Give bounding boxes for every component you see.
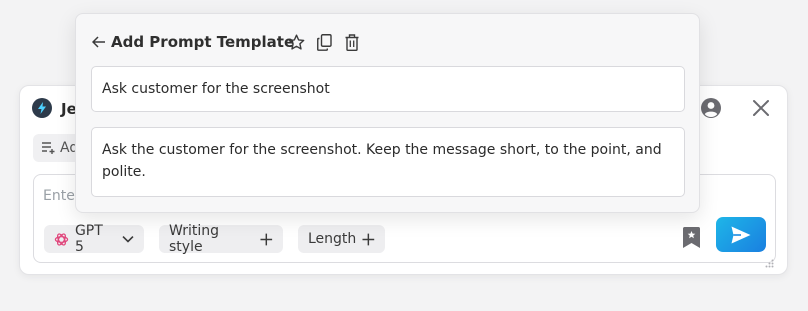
openai-icon bbox=[54, 232, 69, 246]
favorite-button[interactable] bbox=[286, 32, 306, 52]
trash-icon bbox=[345, 33, 359, 51]
writing-style-button[interactable]: Writing style bbox=[159, 223, 283, 255]
star-icon bbox=[288, 34, 304, 50]
model-selector[interactable]: GPT 5 bbox=[44, 223, 144, 255]
delete-button[interactable] bbox=[342, 32, 362, 52]
resize-handle[interactable] bbox=[765, 253, 774, 268]
back-button[interactable] bbox=[91, 34, 107, 50]
copy-button[interactable] bbox=[314, 32, 334, 52]
bookmark-star-icon bbox=[682, 226, 700, 248]
user-circle-icon[interactable] bbox=[700, 97, 722, 119]
length-label: Length bbox=[308, 231, 357, 247]
lightning-bolt-icon bbox=[32, 98, 52, 118]
close-icon bbox=[753, 100, 769, 116]
model-label: GPT 5 bbox=[74, 223, 103, 255]
template-body-input[interactable]: Ask the customer for the screenshot. Kee… bbox=[91, 127, 685, 197]
writing-style-label: Writing style bbox=[169, 223, 219, 255]
copy-icon bbox=[316, 33, 332, 51]
popover-title: Add Prompt Template bbox=[111, 33, 295, 51]
template-name-input[interactable] bbox=[91, 66, 685, 112]
saved-prompts-button[interactable] bbox=[680, 225, 702, 249]
send-button[interactable] bbox=[716, 217, 766, 252]
length-button[interactable]: Length bbox=[298, 225, 385, 253]
playlist-add-icon bbox=[42, 142, 55, 154]
send-icon bbox=[731, 226, 751, 243]
prompt-template-popover: Add Prompt Template Ask the customer for… bbox=[75, 13, 700, 213]
close-button[interactable] bbox=[750, 97, 772, 119]
plus-icon bbox=[362, 233, 375, 245]
arrow-left-icon bbox=[92, 36, 105, 48]
chevron-down-icon bbox=[122, 235, 134, 243]
plus-icon bbox=[260, 233, 273, 245]
